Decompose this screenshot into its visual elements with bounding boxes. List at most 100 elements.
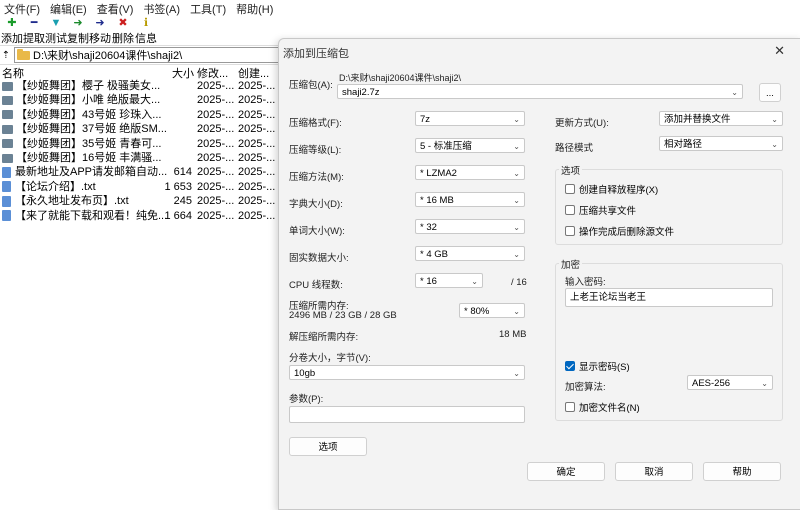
sfx-checkbox[interactable]: 创建自释放程序(X)	[565, 182, 658, 196]
chevron-down-icon: ⌄	[513, 223, 520, 232]
chevron-down-icon: ⌄	[513, 250, 520, 259]
list-item[interactable]: 【纱姬舞团】35号姬 青春可... 2025-... 2025-...	[0, 137, 280, 151]
move-arrow-icon: ➜	[95, 17, 105, 29]
archive-path: D:\来财\shaji20604课件\shaji2\	[339, 73, 462, 83]
update-combo[interactable]: 添加并替换文件 ⌄	[659, 111, 783, 126]
delete-button[interactable]: ✖ 删除	[111, 17, 135, 46]
dialog-title: 添加到压缩包	[283, 48, 349, 60]
folder-icon	[17, 48, 30, 60]
list-item[interactable]: 【纱姬舞团】16号姬 丰满骚... 2025-... 2025-...	[0, 151, 280, 165]
ok-button[interactable]: 确定	[527, 462, 605, 481]
method-label: 压缩方法(M):	[289, 172, 344, 183]
method-combo[interactable]: * LZMA2 ⌄	[415, 165, 525, 180]
mem-percent-combo[interactable]: * 80% ⌄	[459, 303, 525, 318]
menu-tools[interactable]: 工具(T)	[186, 1, 232, 17]
params-label: 参数(P):	[289, 394, 324, 405]
mem-decomp-value: 18 MB	[499, 329, 527, 340]
list-item[interactable]: 【来了就能下载和观看！纯免... 1 664 2025-... 2025-...	[0, 209, 280, 223]
password-label: 输入密码:	[565, 277, 606, 288]
menu-bar: 文件(F) 编辑(E) 查看(V) 书签(A) 工具(T) 帮助(H)	[0, 0, 800, 17]
params-input[interactable]	[289, 406, 525, 423]
shared-files-checkbox[interactable]: 压缩共享文件	[565, 203, 636, 217]
options-group-title: 选项	[559, 163, 583, 177]
chevron-down-icon: ⌄	[513, 307, 520, 316]
folder-icon	[2, 81, 13, 91]
chevron-down-icon: ⌄	[513, 142, 520, 151]
folder-icon	[2, 95, 13, 105]
level-label: 压缩等级(L):	[289, 145, 342, 156]
menu-help[interactable]: 帮助(H)	[232, 1, 279, 17]
format-label: 压缩格式(F):	[289, 118, 342, 129]
options-button[interactable]: 选项	[289, 437, 367, 456]
file-list: 【纱姬舞团】樱子 极骚美女... 2025-... 2025-... 【纱姬舞团】小…	[0, 79, 280, 223]
path-mode-combo[interactable]: 相对路径 ⌄	[659, 136, 783, 151]
folder-icon	[2, 153, 13, 163]
dict-combo[interactable]: * 16 MB ⌄	[415, 192, 525, 207]
browse-button[interactable]: ...	[759, 83, 781, 102]
enc-method-label: 加密算法:	[565, 382, 606, 393]
cpu-combo[interactable]: * 16 ⌄	[415, 273, 483, 288]
menu-bookmarks[interactable]: 书签(A)	[139, 1, 186, 17]
chevron-down-icon: ⌄	[513, 369, 520, 378]
add-to-archive-dialog: 添加到压缩包 ✕ 压缩包(A): D:\来财\shaji20604课件\shaj…	[278, 38, 800, 510]
archive-label: 压缩包(A):	[289, 80, 333, 91]
update-label: 更新方式(U):	[555, 118, 609, 129]
file-icon	[2, 166, 11, 178]
extract-button[interactable]: ━ 提取	[22, 17, 46, 46]
word-combo[interactable]: * 32 ⌄	[415, 219, 525, 234]
file-icon	[2, 210, 11, 222]
list-header: 名称 大小 修改... 创建...	[0, 64, 280, 80]
enc-method-combo[interactable]: AES-256 ⌄	[687, 375, 773, 390]
solid-label: 固实数据大小:	[289, 253, 349, 264]
move-button[interactable]: ➜ 移动	[88, 17, 112, 46]
menu-view[interactable]: 查看(V)	[93, 1, 140, 17]
cancel-button[interactable]: 取消	[615, 462, 693, 481]
file-icon	[2, 181, 11, 193]
chevron-down-icon: ⌄	[513, 196, 520, 205]
chevron-down-icon: ⌄	[771, 140, 778, 149]
cpu-max: / 16	[511, 277, 527, 288]
folder-icon	[2, 124, 13, 134]
chevron-down-icon: ⌄	[513, 115, 520, 124]
split-label: 分卷大小，字节(V):	[289, 353, 371, 364]
add-button[interactable]: ✚ 添加	[0, 17, 24, 46]
path-mode-label: 路径模式	[555, 143, 594, 154]
mem-comp-value: 2496 MB / 23 GB / 28 GB	[289, 310, 397, 321]
list-item[interactable]: 【纱姬舞团】43号姬 珍珠入... 2025-... 2025-...	[0, 108, 280, 122]
delete-after-checkbox[interactable]: 操作完成后删除源文件	[565, 224, 674, 238]
up-folder-icon[interactable]: ⇡	[0, 50, 12, 61]
list-item[interactable]: 【纱姬舞团】小唯 绝版最大... 2025-... 2025-...	[0, 93, 280, 107]
encryption-group-title: 加密	[559, 257, 583, 271]
password-input[interactable]: 上老王论坛当老王	[565, 288, 773, 307]
help-button[interactable]: 帮助	[703, 462, 781, 481]
info-button[interactable]: ℹ 信息	[134, 17, 158, 46]
list-item[interactable]: 【论坛介绍】.txt 1 653 2025-... 2025-...	[0, 180, 280, 194]
list-item[interactable]: 最新地址及APP请发邮箱自动... 614 2025-... 2025-...	[0, 165, 280, 179]
chevron-down-icon: ⌄	[731, 88, 738, 97]
list-item[interactable]: 【永久地址发布页】.txt 245 2025-... 2025-...	[0, 194, 280, 208]
menu-edit[interactable]: 编辑(E)	[46, 1, 93, 17]
list-item[interactable]: 【纱姬舞团】37号姬 绝版SM... 2025-... 2025-...	[0, 122, 280, 136]
solid-combo[interactable]: * 4 GB ⌄	[415, 246, 525, 261]
check-icon: ▼	[50, 17, 62, 29]
split-combo[interactable]: 10gb ⌄	[289, 365, 525, 380]
close-icon[interactable]: ✕	[774, 43, 785, 59]
address-input[interactable]: D:\来财\shaji20604课件\shaji2\	[14, 47, 318, 63]
format-combo[interactable]: 7z ⌄	[415, 111, 525, 126]
menu-file[interactable]: 文件(F)	[0, 1, 46, 17]
cpu-label: CPU 线程数:	[289, 280, 343, 291]
x-icon: ✖	[118, 17, 128, 29]
show-password-checkbox[interactable]: 显示密码(S)	[565, 359, 630, 373]
archive-name-combo[interactable]: shaji2.7z ⌄	[337, 84, 743, 99]
folder-icon	[2, 110, 13, 120]
encrypt-names-checkbox[interactable]: 加密文件名(N)	[565, 400, 640, 414]
file-icon	[2, 195, 11, 207]
chevron-down-icon: ⌄	[771, 115, 778, 124]
copy-button[interactable]: ➜ 复制	[66, 17, 90, 46]
mem-decomp-label: 解压缩所需内存:	[289, 332, 359, 343]
dict-label: 字典大小(D):	[289, 199, 343, 210]
level-combo[interactable]: 5 - 标准压缩 ⌄	[415, 138, 525, 153]
chevron-down-icon: ⌄	[761, 379, 768, 388]
list-item[interactable]: 【纱姬舞团】樱子 极骚美女... 2025-... 2025-...	[0, 79, 280, 93]
test-button[interactable]: ▼ 测试	[44, 17, 68, 46]
